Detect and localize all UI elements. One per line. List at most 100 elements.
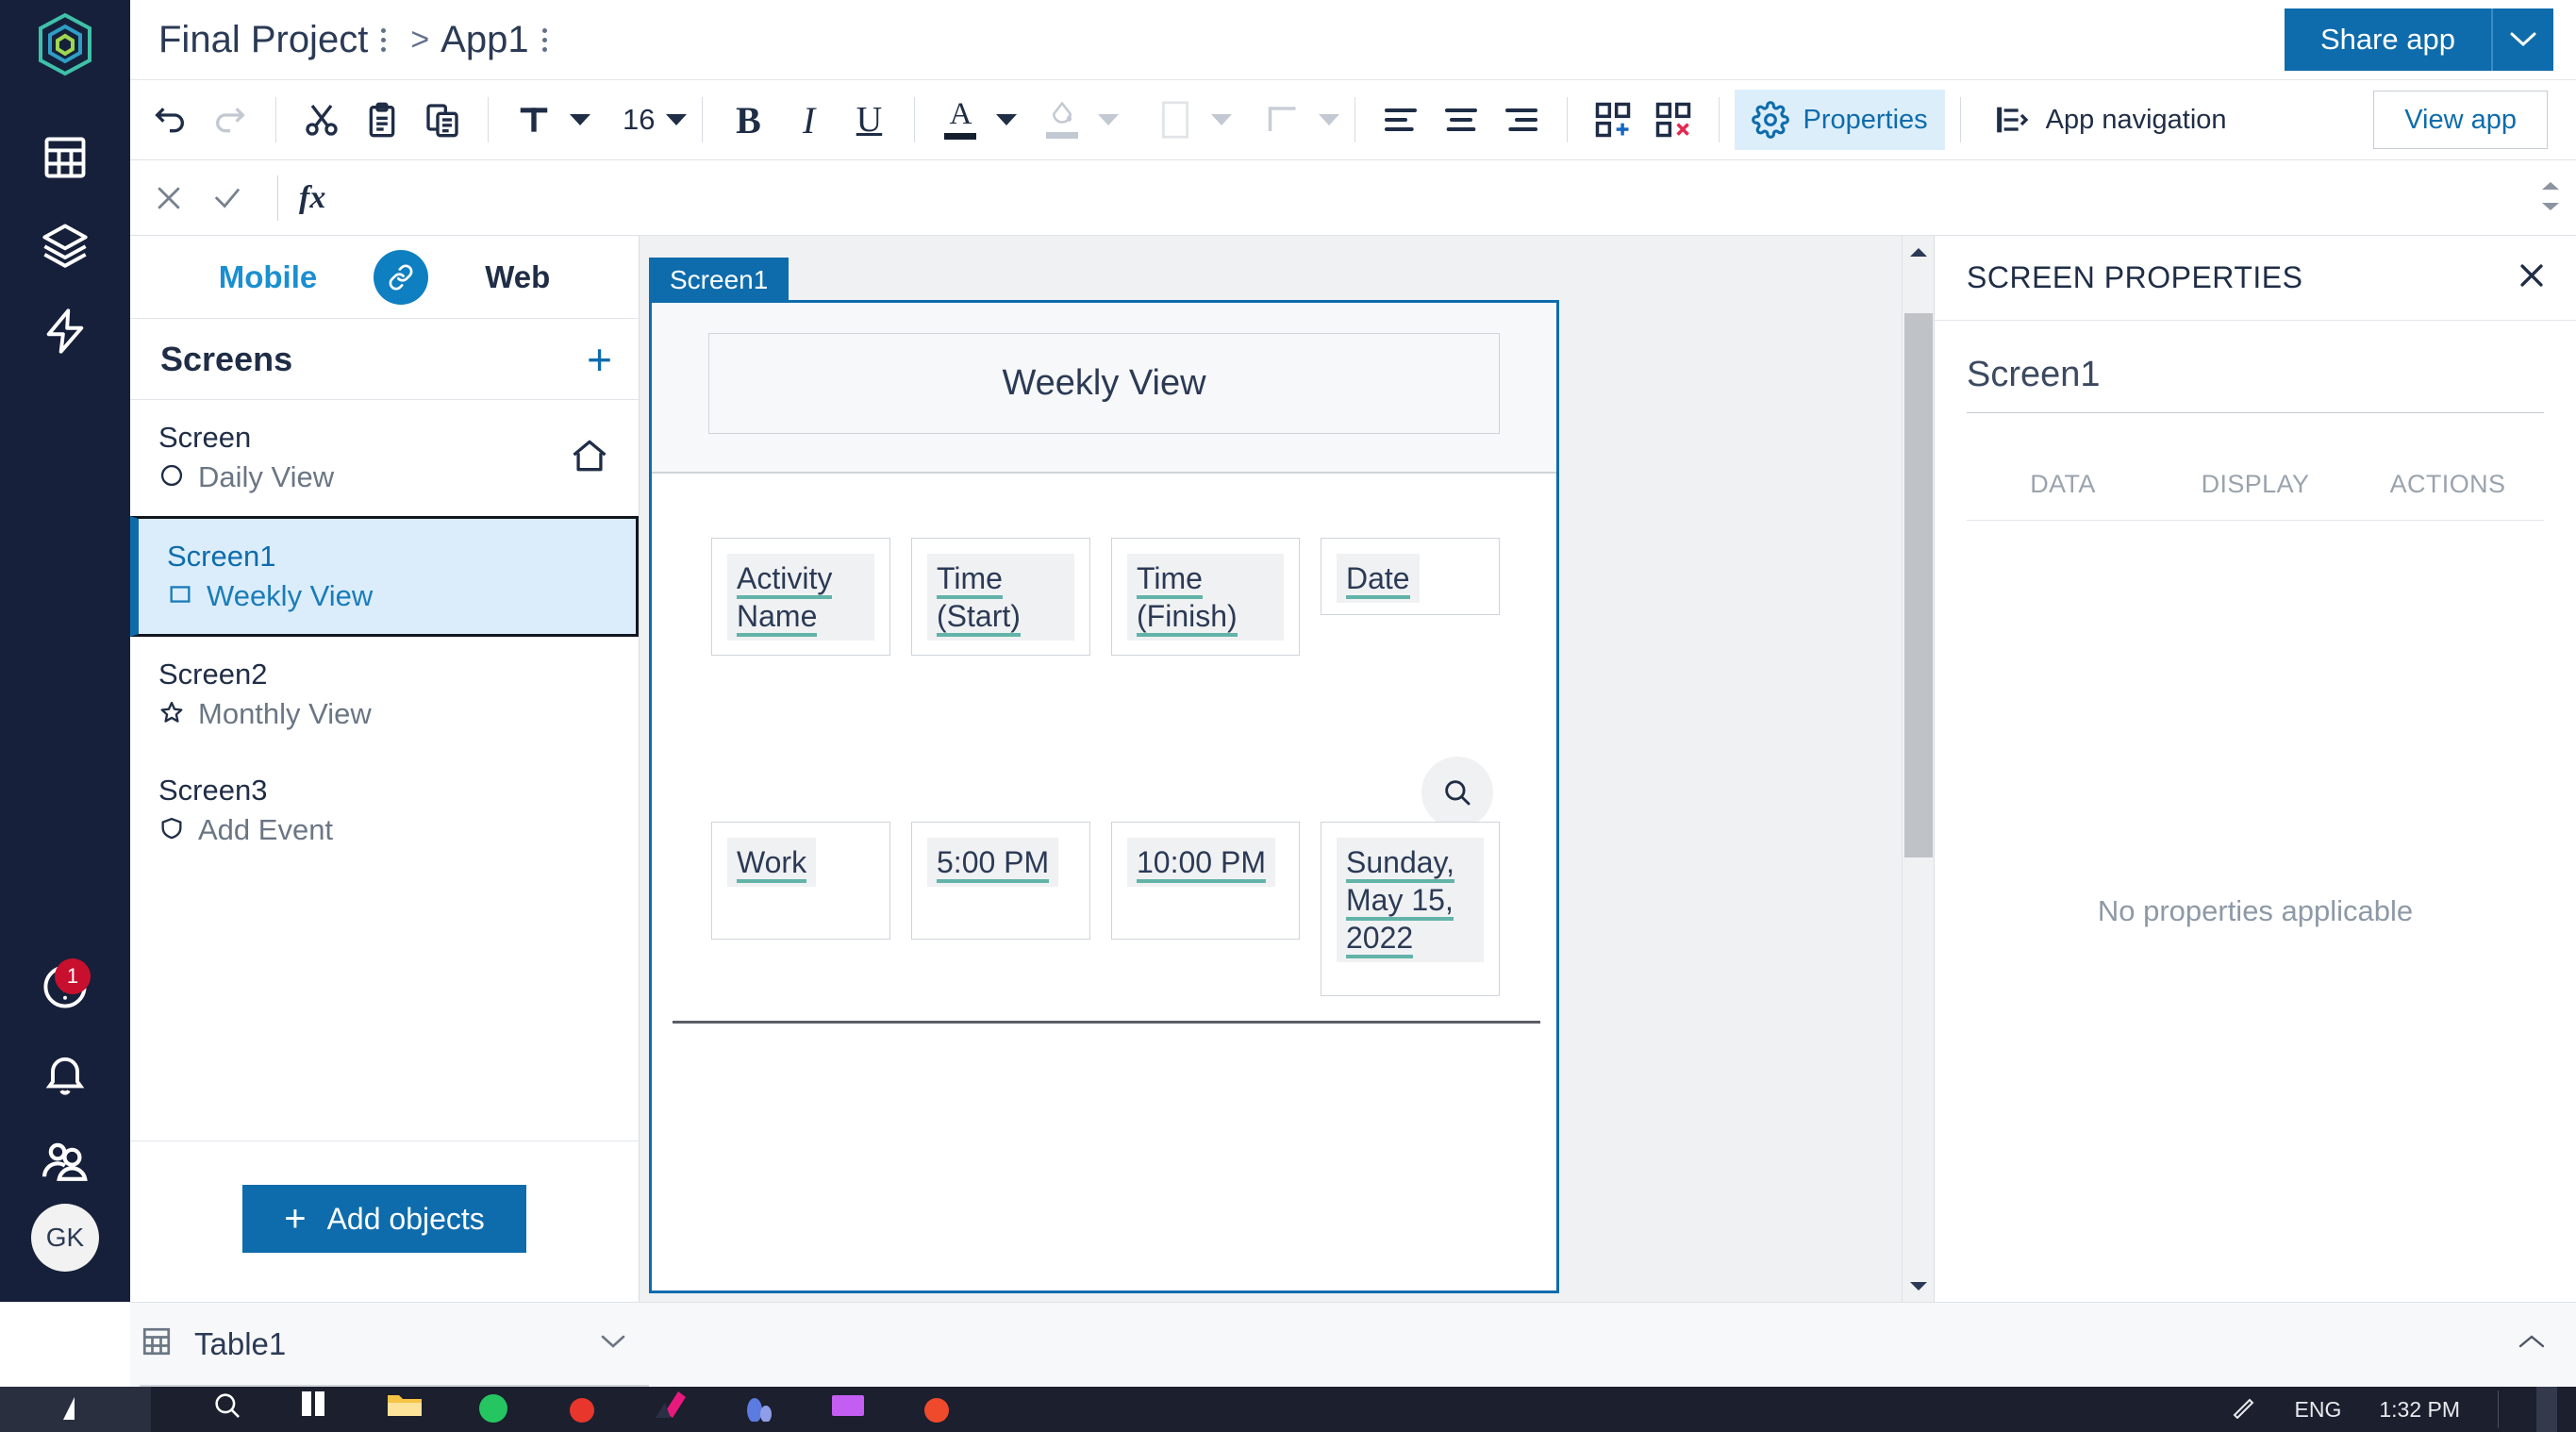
app-title-box[interactable]: Weekly View	[708, 333, 1500, 434]
properties-button[interactable]: Properties	[1735, 90, 1944, 150]
formula-input[interactable]	[325, 160, 2540, 235]
formula-expand-stepper[interactable]	[2540, 179, 2567, 217]
tray-pen-icon[interactable]	[2229, 1394, 2257, 1424]
formula-stepper-up-icon[interactable]	[2540, 179, 2567, 196]
formula-stepper-down-icon[interactable]	[2540, 200, 2567, 217]
app-navigation-button[interactable]: App navigation	[1976, 90, 2244, 150]
taskbar-app-orange-icon[interactable]	[917, 1390, 956, 1429]
font-size-value[interactable]: 16	[617, 103, 660, 137]
paste-icon[interactable]	[412, 90, 473, 150]
clipboard-icon[interactable]	[352, 90, 412, 150]
taskbar-app-explorer-icon[interactable]	[385, 1390, 424, 1429]
tray-language[interactable]: ENG	[2295, 1397, 2342, 1423]
font-family-control[interactable]	[504, 90, 590, 150]
taskbar-app-red-icon[interactable]	[562, 1390, 602, 1429]
start-button[interactable]	[0, 1387, 151, 1432]
font-color-control[interactable]: A	[930, 90, 1017, 150]
font-color-icon[interactable]: A	[930, 90, 990, 150]
sidebar-item-screen2[interactable]: Screen2 Monthly View	[130, 637, 639, 753]
data-field-time-finish[interactable]: 10:00 PM	[1111, 822, 1300, 940]
text-format-icon[interactable]	[504, 90, 564, 150]
tab-web[interactable]: Web	[485, 259, 550, 295]
tray-clock[interactable]: 1:32 PM	[2379, 1397, 2460, 1423]
remove-component-icon[interactable]	[1643, 90, 1703, 150]
add-component-icon[interactable]	[1583, 90, 1643, 150]
header-field-time-finish[interactable]: Time (Finish)	[1111, 538, 1300, 656]
phone-preview[interactable]: Weekly View Activity Name Time (Start)	[649, 300, 1559, 1293]
close-icon[interactable]	[2516, 259, 2548, 297]
align-right-icon[interactable]	[1491, 90, 1552, 150]
formula-cancel-icon[interactable]	[140, 169, 198, 227]
add-objects-button[interactable]: + Add objects	[242, 1185, 526, 1253]
rail-item-automations[interactable]	[0, 288, 130, 375]
border-style-chevron-down-icon[interactable]	[1319, 114, 1339, 125]
header-field-date[interactable]: Date	[1321, 538, 1500, 615]
border-control[interactable]	[1145, 90, 1232, 150]
rail-item-notifications[interactable]	[0, 1030, 130, 1117]
canvas[interactable]: Screen1 Weekly View Activity Name	[640, 236, 1902, 1302]
taskbar-app-pink-icon[interactable]	[651, 1390, 690, 1429]
data-field-time-start[interactable]: 5:00 PM	[911, 822, 1090, 940]
border-box-icon[interactable]	[1145, 90, 1205, 150]
underline-button[interactable]: U	[839, 90, 899, 150]
fill-color-chevron-down-icon[interactable]	[1098, 114, 1119, 125]
canvas-scroll-up-button[interactable]	[1908, 236, 1929, 268]
rail-item-layers[interactable]	[0, 201, 130, 288]
table-chevron-down-icon[interactable]	[598, 1332, 628, 1356]
scissors-icon[interactable]	[291, 90, 352, 150]
canvas-scrollbar[interactable]	[1902, 236, 1934, 1302]
table-bar-collapse-icon[interactable]	[2516, 1332, 2548, 1357]
data-field-date[interactable]: Sunday, May 15, 2022	[1321, 822, 1500, 996]
screen-name-input[interactable]: Screen1	[1967, 355, 2544, 413]
app-menu-icon[interactable]	[542, 28, 547, 52]
breadcrumb-project[interactable]: Final Project	[158, 19, 368, 61]
taskbar-app-blue-icon[interactable]	[740, 1390, 779, 1429]
canvas-scroll-thumb[interactable]	[1904, 313, 1933, 858]
redo-icon[interactable]	[200, 90, 260, 150]
hexagon-logo-icon[interactable]	[35, 11, 95, 82]
paint-bucket-icon[interactable]	[1032, 90, 1092, 150]
view-app-button[interactable]: View app	[2373, 91, 2548, 149]
italic-button[interactable]: I	[778, 90, 839, 150]
border-style-control[interactable]	[1253, 90, 1339, 150]
avatar[interactable]: GK	[31, 1204, 99, 1272]
share-app-button[interactable]: Share app	[2285, 8, 2491, 71]
tab-data[interactable]: DATA	[1967, 455, 2159, 520]
data-field-activity-name[interactable]: Work	[711, 822, 890, 940]
search-button[interactable]	[1421, 757, 1493, 828]
rail-item-tables[interactable]	[0, 114, 130, 201]
share-app-chevron-down-icon[interactable]	[2491, 8, 2553, 71]
fill-color-control[interactable]	[1032, 90, 1119, 150]
screen-tab-screen1[interactable]: Screen1	[649, 258, 789, 305]
font-color-chevron-down-icon[interactable]	[996, 114, 1017, 125]
taskbar-app-purple-icon[interactable]	[828, 1390, 868, 1429]
tab-display[interactable]: DISPLAY	[2159, 455, 2352, 520]
table-selector[interactable]: Table1	[140, 1303, 649, 1387]
sidebar-item-screen[interactable]: Screen Daily View	[130, 400, 639, 516]
taskbar-app-taskview-icon[interactable]	[296, 1390, 336, 1429]
font-size-control[interactable]: 16	[617, 103, 687, 137]
header-field-activity-name[interactable]: Activity Name	[711, 538, 890, 656]
formula-accept-icon[interactable]	[198, 169, 257, 227]
show-desktop-button[interactable]	[2536, 1387, 2557, 1432]
breadcrumb-app[interactable]: App1	[440, 19, 528, 61]
project-menu-icon[interactable]	[381, 28, 386, 52]
tab-actions[interactable]: ACTIONS	[2352, 455, 2544, 520]
bold-button[interactable]: B	[718, 90, 778, 150]
align-center-icon[interactable]	[1431, 90, 1491, 150]
taskbar-app-green-icon[interactable]	[474, 1390, 513, 1429]
undo-icon[interactable]	[140, 90, 200, 150]
sidebar-item-screen1[interactable]: Screen1 Weekly View	[130, 516, 639, 637]
sidebar-item-screen3[interactable]: Screen3 Add Event	[130, 753, 639, 869]
header-field-time-start[interactable]: Time (Start)	[911, 538, 1090, 656]
taskbar-app-search-icon[interactable]	[208, 1390, 247, 1429]
font-family-chevron-down-icon[interactable]	[570, 114, 590, 125]
align-left-icon[interactable]	[1371, 90, 1431, 150]
rail-item-help[interactable]: 1	[0, 943, 130, 1030]
add-screen-icon[interactable]: +	[587, 338, 612, 381]
canvas-scroll-down-button[interactable]	[1908, 1270, 1929, 1302]
font-size-chevron-down-icon[interactable]	[666, 114, 687, 125]
rail-item-collaborators[interactable]	[0, 1117, 130, 1204]
home-icon[interactable]	[569, 435, 610, 481]
border-corner-icon[interactable]	[1253, 90, 1313, 150]
